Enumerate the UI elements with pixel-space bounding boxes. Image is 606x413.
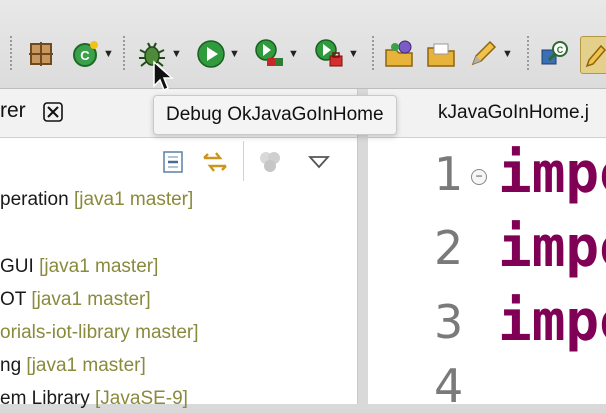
filter-icon[interactable] bbox=[256, 145, 284, 179]
line-number: 2 bbox=[434, 221, 464, 275]
toolbar-separator bbox=[10, 36, 12, 70]
tree-item[interactable]: peration [java1 master] bbox=[0, 189, 193, 211]
code-line[interactable]: impo bbox=[498, 289, 606, 354]
project-name: ng bbox=[0, 355, 22, 376]
tree-item[interactable]: GUI [java1 master] bbox=[0, 256, 158, 278]
mouse-pointer-icon bbox=[152, 60, 174, 97]
open-folder-icon[interactable] bbox=[425, 36, 457, 72]
editor-tab-bar: kJavaGoInHome.j bbox=[368, 89, 606, 138]
view-tools-divider bbox=[243, 141, 244, 181]
repo-decoration: [java1 master] bbox=[73, 189, 194, 210]
repo-decoration: [java1 master] bbox=[26, 355, 146, 376]
chevron-down-icon[interactable]: ▼ bbox=[229, 48, 240, 60]
coverage-icon[interactable]: ▼ bbox=[253, 36, 299, 72]
close-icon[interactable] bbox=[42, 101, 64, 127]
tree-item[interactable]: orials-iot-library master] bbox=[0, 322, 199, 344]
repo-decoration: master] bbox=[135, 322, 199, 343]
project-name: peration bbox=[0, 189, 69, 210]
project-name: GUI bbox=[0, 256, 34, 277]
java-editor: kJavaGoInHome.j − 1 impo 2 impo 3 impo 4 bbox=[368, 89, 606, 413]
repo-decoration: [java1 master] bbox=[31, 289, 151, 310]
chevron-down-icon[interactable]: ▼ bbox=[288, 48, 299, 60]
svg-text:C: C bbox=[80, 48, 90, 63]
search-icon[interactable]: C bbox=[539, 36, 571, 72]
debug-tooltip: Debug OkJavaGoInHome bbox=[153, 95, 397, 135]
run-external-icon[interactable]: ▼ bbox=[313, 36, 359, 72]
link-with-editor-icon[interactable] bbox=[200, 145, 230, 179]
project-name: OT bbox=[0, 289, 27, 310]
line-number: 4 bbox=[434, 359, 464, 413]
chevron-down-icon[interactable]: ▼ bbox=[171, 48, 182, 60]
view-tab-title[interactable]: rer bbox=[0, 99, 26, 123]
tree-item[interactable]: ng [java1 master] bbox=[0, 355, 146, 377]
toolbar-separator bbox=[372, 36, 374, 70]
repo-decoration: [JavaSE-9] bbox=[95, 388, 188, 409]
view-menu-icon[interactable] bbox=[308, 145, 330, 179]
open-type-icon[interactable] bbox=[383, 36, 415, 72]
line-number: 1 bbox=[434, 147, 464, 201]
repo-decoration: [java1 master] bbox=[39, 256, 159, 277]
tree-item[interactable]: em Library [JavaSE-9] bbox=[0, 388, 188, 410]
collapse-all-icon[interactable] bbox=[160, 145, 186, 179]
toolbar-separator bbox=[123, 36, 125, 70]
highlight-icon[interactable] bbox=[580, 36, 606, 74]
chevron-down-icon[interactable]: ▼ bbox=[502, 48, 513, 60]
main-toolbar: C ▼ ▼ ▼ ▼ ▼ ▼ C bbox=[0, 0, 606, 89]
tree-item[interactable]: OT [java1 master] bbox=[0, 289, 151, 311]
code-line[interactable]: impo bbox=[498, 215, 606, 280]
package-icon[interactable] bbox=[26, 36, 56, 72]
chevron-down-icon[interactable]: ▼ bbox=[348, 48, 359, 60]
code-line[interactable]: impo bbox=[498, 141, 606, 206]
editor-tab-title[interactable]: kJavaGoInHome.j bbox=[438, 102, 589, 124]
svg-text:C: C bbox=[557, 45, 564, 55]
chevron-down-icon[interactable]: ▼ bbox=[103, 48, 114, 60]
new-class-icon[interactable]: C ▼ bbox=[70, 36, 114, 72]
project-name: em Library bbox=[0, 388, 90, 409]
edit-icon[interactable]: ▼ bbox=[467, 36, 513, 72]
run-icon[interactable]: ▼ bbox=[196, 36, 240, 72]
line-number: 3 bbox=[434, 295, 464, 349]
toolbar-separator bbox=[527, 36, 529, 70]
fold-collapse-icon[interactable]: − bbox=[471, 169, 487, 185]
package-explorer-view: rer peration [java1 master] GUI [java1 m… bbox=[0, 89, 358, 409]
project-name: orials-iot-library bbox=[0, 322, 130, 343]
